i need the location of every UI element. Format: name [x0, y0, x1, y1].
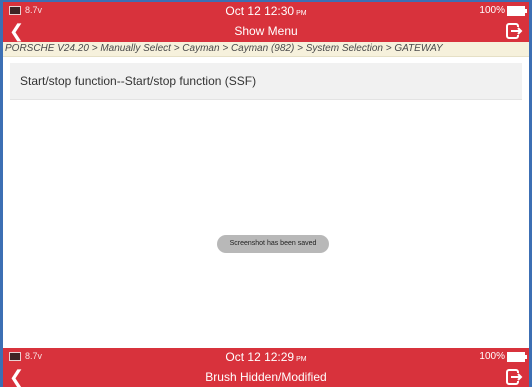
status-time: Oct 12 12:30 PM — [3, 4, 529, 18]
battery-icon — [507, 5, 527, 16]
exit-icon[interactable] — [505, 368, 523, 386]
menu-content: Start/stop function--Start/stop function… — [3, 57, 529, 348]
exit-icon[interactable] — [505, 22, 523, 40]
breadcrumb: PORSCHE V24.20 > Manually Select > Cayma… — [3, 42, 529, 57]
list-item[interactable]: Start/stop function--Start/stop function… — [10, 63, 522, 100]
title-bar: ❮ Brush Hidden/Modified — [3, 366, 529, 387]
status-right: 100% — [479, 351, 527, 362]
status-right: 100% — [479, 5, 527, 16]
status-bar: 8.7v Oct 12 12:29 PM 100% — [3, 348, 529, 366]
battery-icon — [507, 351, 527, 362]
bottom-screen: 8.7v Oct 12 12:29 PM 100% ❮ Brush Hidden/… — [3, 348, 529, 387]
ampm-text: PM — [296, 10, 307, 17]
toast-message: Screenshot has been saved — [217, 235, 329, 253]
ampm-text: PM — [296, 356, 307, 363]
battery-percent: 100% — [479, 351, 505, 362]
page-title: Show Menu — [234, 24, 298, 38]
screenshot-frame: 8.7v Oct 12 12:30 PM 100% ❮ Show Menu POR… — [0, 0, 532, 387]
title-bar: ❮ Show Menu — [3, 20, 529, 42]
status-time: Oct 12 12:29 PM — [3, 350, 529, 364]
page-title: Brush Hidden/Modified — [205, 370, 327, 384]
time-text: Oct 12 12:29 — [225, 350, 295, 364]
status-bar: 8.7v Oct 12 12:30 PM 100% — [3, 2, 529, 20]
top-screen: 8.7v Oct 12 12:30 PM 100% ❮ Show Menu POR… — [3, 2, 529, 348]
time-text: Oct 12 12:30 — [225, 4, 295, 18]
battery-percent: 100% — [479, 5, 505, 16]
